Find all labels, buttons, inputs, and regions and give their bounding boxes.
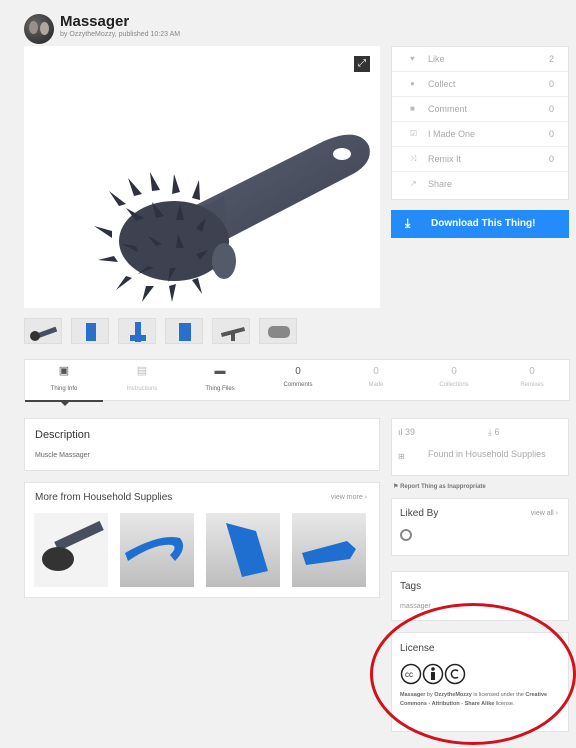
description-panel: Description Muscle Massager: [24, 418, 380, 471]
byline: by OzzytheMozzy, published 10:23 AM: [60, 31, 181, 38]
expand-icon[interactable]: ⤢: [354, 56, 370, 72]
share-button[interactable]: ↗ Share: [392, 172, 568, 197]
remix-button[interactable]: ⤨ Remix It 0: [392, 147, 568, 172]
comment-button[interactable]: ■ Comment 0: [392, 97, 568, 122]
share-icon: ↗: [410, 179, 417, 188]
like-button[interactable]: ♥ Like 2: [392, 47, 568, 72]
model-viewer[interactable]: ⤢: [24, 46, 380, 308]
downloads-count: 6: [494, 427, 500, 437]
made-icon: ☑: [410, 129, 418, 138]
side-stats-panel: ıl 39 ⤓ 6 ⊞ Found in Household Supplies: [391, 418, 569, 476]
description-text: Muscle Massager: [35, 452, 90, 459]
related-thing[interactable]: [292, 513, 366, 587]
tags-title: Tags: [400, 581, 422, 592]
found-in-link[interactable]: Found in Household Supplies: [428, 450, 548, 459]
massager-model-image: [94, 134, 370, 302]
thumbnail[interactable]: [71, 318, 109, 344]
author-avatar[interactable]: [24, 14, 54, 44]
folder-icon: ▬: [214, 365, 226, 377]
tab-comments[interactable]: 0 Comments: [259, 360, 337, 402]
annotation-ellipse: [370, 603, 576, 745]
thing-info-icon: ▣: [58, 365, 70, 377]
tab-thing-files[interactable]: ▬ Thing Files: [181, 360, 259, 402]
document-icon: ▤: [136, 365, 148, 377]
active-tab-indicator: [60, 401, 70, 406]
related-thing[interactable]: [206, 513, 280, 587]
thumbnail[interactable]: [24, 318, 62, 344]
comment-icon: ■: [410, 104, 415, 113]
heart-icon: ♥: [410, 54, 415, 63]
related-thing[interactable]: [34, 513, 108, 587]
views-icon: ıl: [398, 427, 403, 437]
tab-thing-info[interactable]: ▣ Thing Info: [25, 360, 103, 402]
actions-panel: ♥ Like 2 ● Collect 0 ■ Comment 0 ☑ I Mad…: [391, 46, 569, 200]
liked-by-panel: Liked By view all ›: [391, 498, 569, 556]
category-icon: ⊞: [398, 452, 405, 461]
thumbnail[interactable]: [118, 318, 156, 344]
flag-icon: ⚑: [393, 484, 399, 490]
more-from-title: More from Household Supplies: [35, 492, 173, 503]
description-title: Description: [35, 429, 91, 441]
collect-icon: ●: [410, 79, 415, 88]
made-one-button[interactable]: ☑ I Made One 0: [392, 122, 568, 147]
collect-button[interactable]: ● Collect 0: [392, 72, 568, 97]
tab-made[interactable]: 0 Made: [337, 360, 415, 402]
tag-massager[interactable]: massager: [400, 603, 431, 610]
user-avatar-icon[interactable]: [400, 529, 412, 541]
download-button[interactable]: ⤓ Download This Thing!: [391, 210, 569, 238]
tab-collections[interactable]: 0 Collections: [415, 360, 493, 402]
tab-instructions[interactable]: ▤ Instructions: [103, 360, 181, 402]
download-icon: ⤓: [405, 216, 411, 230]
thing-tabs: ▣ Thing Info ▤ Instructions ▬ Thing File…: [24, 359, 571, 402]
tab-remixes[interactable]: 0 Remixes: [493, 360, 571, 402]
related-thing[interactable]: [120, 513, 194, 587]
thumbnail[interactable]: [212, 318, 250, 344]
liked-by-title: Liked By: [400, 508, 439, 519]
views-count: 39: [405, 427, 416, 437]
downloads-icon: ⤓: [488, 427, 492, 437]
report-link[interactable]: ⚑ Report Thing as Inappropriate: [393, 483, 486, 490]
view-all-link[interactable]: view all ›: [531, 510, 558, 517]
page-title: Massager: [60, 13, 130, 30]
thumbnail[interactable]: [165, 318, 203, 344]
thumbnail[interactable]: [259, 318, 297, 344]
view-more-link[interactable]: view more ›: [331, 494, 367, 501]
remix-icon: ⤨: [410, 154, 417, 163]
